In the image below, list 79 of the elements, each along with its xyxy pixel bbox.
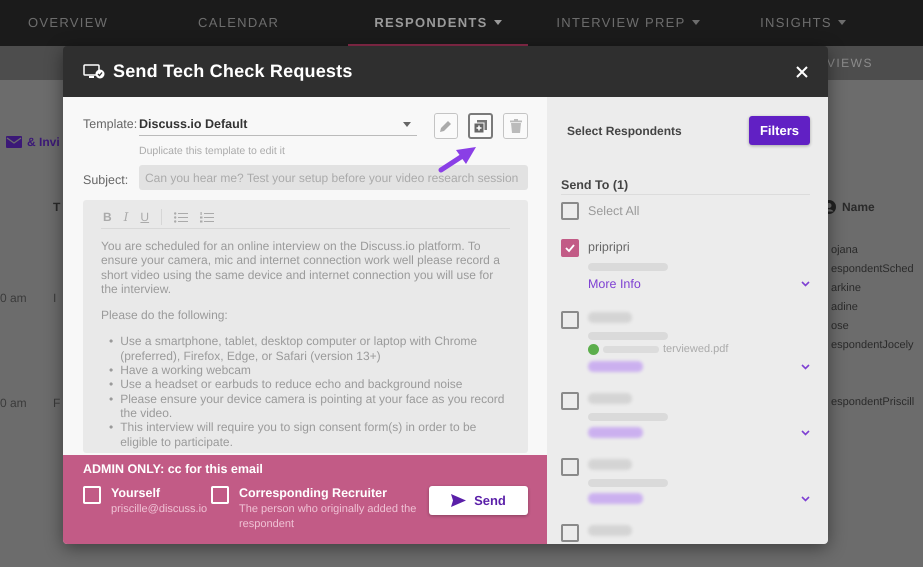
table-cell: ose xyxy=(831,320,849,332)
sub-tab[interactable]: VIEWS xyxy=(826,56,873,70)
checkbox-label: Yourself xyxy=(111,486,162,500)
edit-button[interactable] xyxy=(434,113,458,139)
template-dropdown[interactable]: Discuss.io Default xyxy=(139,113,417,136)
filters-button[interactable]: Filters xyxy=(749,116,810,145)
option-description: The person who originally added the respondent xyxy=(239,502,418,532)
chevron-down-icon[interactable] xyxy=(801,496,810,502)
format-button[interactable]: I xyxy=(124,210,128,224)
message-bullet: This interview will require you to sign consent form(s) in order to be eligible to participate. xyxy=(120,420,478,449)
close-icon[interactable] xyxy=(796,66,808,78)
checkbox[interactable] xyxy=(561,202,579,220)
checkbox-label: Corresponding Recruiter xyxy=(239,486,388,500)
field-label: Template: xyxy=(83,116,135,131)
field-label: Subject: xyxy=(83,172,130,186)
chevron-down-icon[interactable] xyxy=(801,364,810,370)
caret-icon xyxy=(692,20,700,24)
message-paragraph: You are scheduled for an online interview on the Discuss.io platform. To ensure your camera, mic and internet connection work well please record a short video using the same device and internet connection you will use for the interview. xyxy=(101,239,501,296)
checkbox[interactable] xyxy=(561,311,579,329)
checkmark-icon xyxy=(564,242,576,254)
caret-icon xyxy=(402,122,411,126)
duplicate-button[interactable] xyxy=(468,113,494,139)
caret-icon xyxy=(838,20,846,24)
panel-title: Select Respondents xyxy=(566,124,682,138)
message-bullet: Use a headset or earbuds to reduce echo and background noise xyxy=(120,377,462,392)
nav-tab[interactable]: OVERVIEW xyxy=(8,0,178,46)
checkbox-label: Select All xyxy=(588,204,640,218)
modal-title: Send Tech Check Requests xyxy=(113,61,353,82)
caret-icon xyxy=(494,20,502,24)
table-cell: espondentJocely xyxy=(831,339,914,351)
status-dot-icon xyxy=(588,344,599,354)
attachment-name[interactable]: terviewed.pdf xyxy=(663,343,728,355)
helper-text: Duplicate this template to edit it xyxy=(139,145,286,157)
message-bullet: Please ensure your device camera is pointing at your face as you record the video. xyxy=(120,392,506,420)
bullet-marker: • xyxy=(109,420,114,436)
redacted-name xyxy=(588,459,632,470)
mail-icon xyxy=(6,136,22,148)
redacted-name xyxy=(588,393,632,404)
option-description: priscille@discuss.io xyxy=(111,502,208,517)
table-cell: arkine xyxy=(831,282,861,294)
admin-title: ADMIN ONLY: cc for this email xyxy=(83,462,264,476)
checkbox[interactable] xyxy=(561,524,579,542)
trash-icon xyxy=(510,119,522,133)
nav-tab[interactable]: INSIGHTS xyxy=(728,0,878,46)
checkbox[interactable] xyxy=(561,239,579,257)
column-header: Name xyxy=(842,200,875,214)
nav-tab[interactable]: CALENDAR xyxy=(178,0,348,46)
format-button[interactable]: U xyxy=(140,210,150,224)
send-icon xyxy=(451,494,466,507)
bullet-marker: • xyxy=(109,334,114,350)
chevron-down-icon[interactable] xyxy=(801,430,810,436)
redacted-name xyxy=(588,312,632,323)
more-info-link[interactable]: More Info xyxy=(588,277,641,291)
chevron-down-icon[interactable] xyxy=(801,281,810,287)
pencil-icon xyxy=(439,119,454,133)
invite-link[interactable]: & Invi xyxy=(6,135,60,149)
table-cell: adine xyxy=(831,301,858,313)
message-bullet: Use a smartphone, tablet, desktop computer or laptop with Chrome (preferred), Firefox, Edge, or Safari (version 13+) xyxy=(120,334,478,364)
send-button[interactable]: Send xyxy=(429,486,528,515)
duplicate-icon xyxy=(473,118,488,134)
table-cell: espondentSched xyxy=(831,263,914,275)
column-header: T xyxy=(53,200,60,214)
redacted-name xyxy=(588,525,632,536)
message-bullet: Have a working webcam xyxy=(120,363,251,378)
invite-text: & Invi xyxy=(27,135,60,149)
bullet-marker: • xyxy=(109,392,114,408)
nav-tab[interactable]: INTERVIEW PREP xyxy=(528,0,728,46)
arrow-annotation xyxy=(438,145,478,173)
bullet-marker: • xyxy=(109,377,114,392)
table-cell: ojana xyxy=(831,244,858,256)
checkbox[interactable] xyxy=(561,392,579,410)
section-heading: Send To (1) xyxy=(561,178,810,195)
checkbox[interactable] xyxy=(561,458,579,476)
message-paragraph: Please do the following: xyxy=(101,308,229,322)
format-button[interactable]: B xyxy=(103,210,112,224)
table-cell: espondentPriscill xyxy=(831,396,914,408)
respondent-name: pripripri xyxy=(588,240,631,254)
monitor-check-icon xyxy=(83,64,105,79)
bullet-marker: • xyxy=(109,363,114,378)
